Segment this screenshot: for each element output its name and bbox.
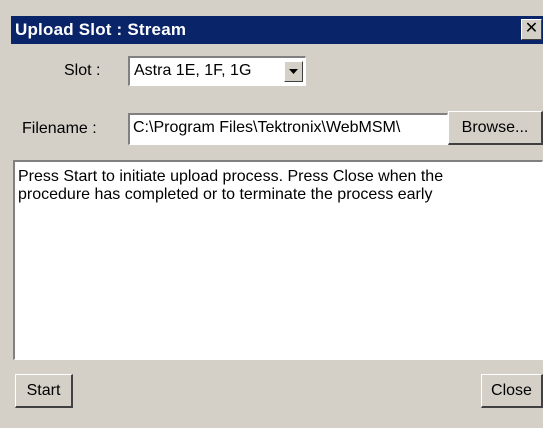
close-button[interactable]: Close (481, 374, 543, 408)
filename-input[interactable]: C:\Program Files\Tektronix\WebMSM\ (128, 113, 448, 145)
slot-label: Slot : (64, 62, 101, 79)
title-bar: Upload Slot : Stream ✕ (11, 16, 543, 44)
close-icon: ✕ (524, 20, 539, 37)
title-close-button[interactable]: ✕ (521, 19, 542, 40)
start-button[interactable]: Start (15, 374, 73, 408)
status-message-box[interactable]: Press Start to initiate upload process. … (13, 160, 543, 360)
status-message-line: procedure has completed or to terminate … (18, 186, 433, 203)
status-message-line: Press Start to initiate upload process. … (18, 168, 444, 185)
slot-select-value: Astra 1E, 1F, 1G (134, 62, 252, 79)
window-title: Upload Slot : Stream (15, 20, 187, 39)
slot-select[interactable]: Astra 1E, 1F, 1G (128, 56, 306, 86)
filename-label: Filename : (22, 120, 97, 137)
chevron-down-icon (289, 69, 298, 74)
upload-slot-dialog: Upload Slot : Stream ✕ Slot : Astra 1E, … (0, 0, 543, 428)
filename-value: C:\Program Files\Tektronix\WebMSM\ (133, 119, 401, 136)
browse-button[interactable]: Browse... (448, 111, 543, 145)
slot-dropdown-button[interactable] (284, 61, 303, 82)
